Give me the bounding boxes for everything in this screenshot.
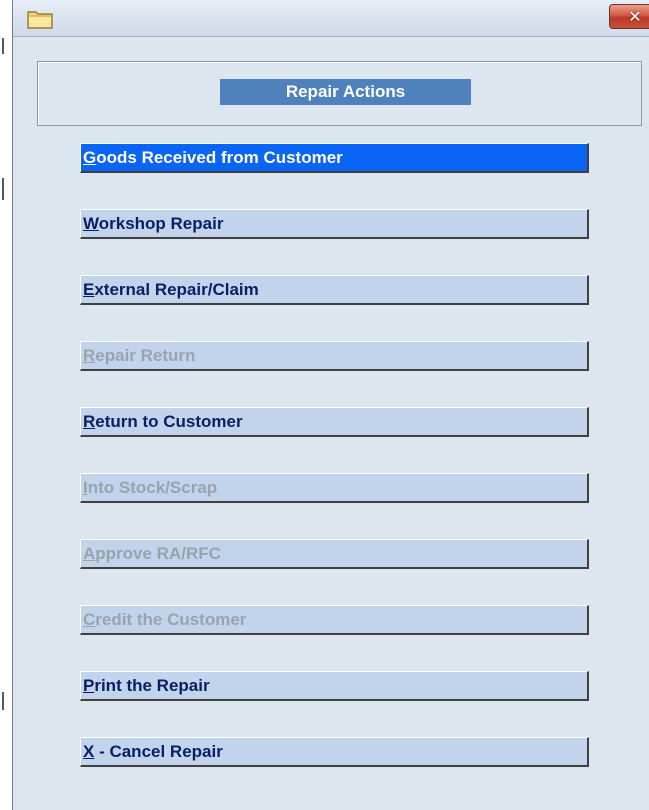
button-label: nto Stock/Scrap: [87, 478, 218, 497]
cancel-repair-button[interactable]: X - Cancel Repair: [80, 737, 589, 767]
print-repair-button[interactable]: Print the Repair: [80, 671, 589, 701]
header-panel: Repair Actions: [37, 61, 642, 126]
button-label: redit the Customer: [95, 610, 247, 629]
mnemonic-letter: X: [83, 742, 95, 761]
button-label: rint the Repair: [94, 676, 210, 695]
edge-tick: [2, 38, 4, 54]
workshop-repair-button[interactable]: Workshop Repair: [80, 209, 589, 239]
panel-title: Repair Actions: [220, 79, 471, 105]
mnemonic-letter: R: [83, 412, 96, 431]
close-icon: ✕: [628, 6, 642, 26]
goods-received-button[interactable]: Goods Received from Customer: [80, 143, 589, 173]
repair-return-button: Repair Return: [80, 341, 589, 371]
button-label: orkshop Repair: [98, 214, 224, 233]
mnemonic-letter: C: [83, 610, 96, 629]
button-label: pprove RA/RFC: [95, 544, 221, 563]
repair-actions-window: ✕ Repair Actions Goods Received from Cus…: [0, 0, 649, 810]
dialog-body: Repair Actions Goods Received from Custo…: [13, 37, 649, 810]
mnemonic-letter: W: [83, 214, 99, 233]
button-label: oods Received from Customer: [96, 148, 343, 167]
button-label: eturn to Customer: [95, 412, 243, 431]
mnemonic-letter: P: [83, 676, 95, 695]
external-repair-button[interactable]: External Repair/Claim: [80, 275, 589, 305]
button-label: - Cancel Repair: [94, 742, 223, 761]
close-button[interactable]: ✕: [609, 4, 649, 29]
title-bar: ✕: [13, 0, 649, 37]
mnemonic-letter: R: [83, 346, 96, 365]
button-label: xternal Repair/Claim: [94, 280, 259, 299]
edge-tick: [2, 692, 4, 710]
credit-customer-button: Credit the Customer: [80, 605, 589, 635]
folder-icon: [27, 11, 53, 29]
mnemonic-letter: G: [83, 148, 97, 167]
approve-ra-rfc-button: Approve RA/RFC: [80, 539, 589, 569]
into-stock-scrap-button: Into Stock/Scrap: [80, 473, 589, 503]
mnemonic-letter: A: [83, 544, 96, 563]
edge-tick: [2, 178, 4, 200]
window-left-edge: [0, 0, 13, 810]
button-label: epair Return: [95, 346, 196, 365]
mnemonic-letter: E: [83, 280, 95, 299]
return-to-customer-button[interactable]: Return to Customer: [80, 407, 589, 437]
